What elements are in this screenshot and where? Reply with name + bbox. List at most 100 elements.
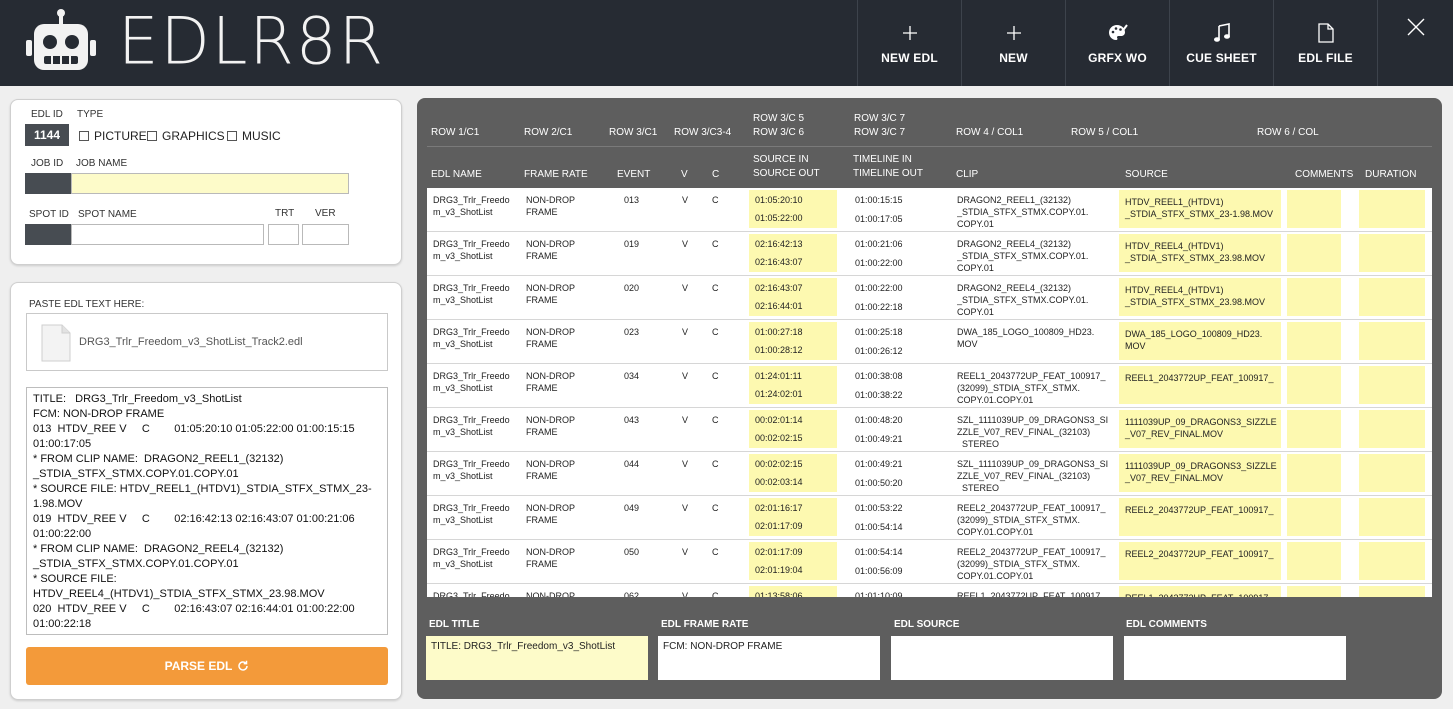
comments-cell[interactable] <box>1287 498 1341 536</box>
music-checkbox[interactable]: MUSIC <box>227 129 281 143</box>
duration-cell[interactable] <box>1359 542 1425 580</box>
source-cell[interactable]: REEL2_2043772UP_FEAT_100917_ <box>1119 542 1281 580</box>
duration-cell[interactable] <box>1359 410 1425 448</box>
cue-sheet-button[interactable]: CUE SHEET <box>1169 0 1273 86</box>
comments-cell[interactable] <box>1287 586 1341 597</box>
source-in-value: 01:05:20:10 <box>755 195 803 205</box>
source-in-out-cell[interactable]: 02:01:17:09 02:01:19:04 <box>749 542 837 580</box>
comments-cell[interactable] <box>1287 410 1341 448</box>
picture-checkbox[interactable]: PICTURE <box>79 129 147 143</box>
document-icon <box>1317 21 1334 45</box>
comments-cell[interactable] <box>1287 542 1341 580</box>
header-row3-c1: ROW 3/C1 <box>609 127 658 138</box>
event-cell: 019 <box>624 239 640 249</box>
clip-cell: DRAGON2_REEL4_(32132) _STDIA_STFX_STMX.C… <box>957 283 1089 316</box>
source-in-out-cell[interactable]: 00:02:01:14 00:02:02:15 <box>749 410 837 448</box>
timeline-in-out-cell: 01:00:25:18 01:00:26:12 <box>855 326 935 357</box>
source-cell[interactable]: 1111039UP_09_DRAGONS3_SIZZLE _V07_REV_FI… <box>1119 410 1281 448</box>
source-out-value: 02:01:19:04 <box>755 565 803 575</box>
event-cell: 062 <box>624 591 640 597</box>
source-in-out-cell[interactable]: 00:02:02:15 00:02:03:14 <box>749 454 837 492</box>
source-cell[interactable]: DWA_185_LOGO_100809_HD23. MOV <box>1119 322 1281 360</box>
edl-id-label: EDL ID <box>31 109 63 120</box>
table-row[interactable]: DRG3_Trlr_Freedo m_v3_ShotList NON-DROP F… <box>427 496 1432 540</box>
duration-cell[interactable] <box>1359 498 1425 536</box>
edl-source-field[interactable] <box>891 636 1113 680</box>
plus-icon <box>1006 21 1022 45</box>
source-in-out-cell[interactable]: 01:13:58:06 <box>749 586 837 597</box>
edl-file-button[interactable]: EDL FILE <box>1273 0 1377 86</box>
source-cell[interactable]: HTDV_REEL4_(HTDV1) _STDIA_STFX_STMX_23.9… <box>1119 234 1281 272</box>
source-cell[interactable]: REEL1_2043772UP_FEAT_100917 <box>1119 586 1281 597</box>
edl-comments-field[interactable] <box>1124 636 1346 680</box>
source-cell[interactable]: 1111039UP_09_DRAGONS3_SIZZLE _V07_REV_FI… <box>1119 454 1281 492</box>
duration-cell[interactable] <box>1359 234 1425 272</box>
close-icon <box>1407 18 1424 36</box>
timeline-in-out-cell: 01:00:21:06 01:00:22:00 <box>855 238 935 269</box>
spot-name-field[interactable] <box>71 224 264 245</box>
duration-cell[interactable] <box>1359 322 1425 360</box>
comments-cell[interactable] <box>1287 278 1341 316</box>
event-cell: 034 <box>624 371 640 381</box>
new-button[interactable]: NEW <box>961 0 1065 86</box>
duration-cell[interactable] <box>1359 454 1425 492</box>
edl-name-cell: DRG3_Trlr_Freedo m_v3_ShotList <box>433 371 510 393</box>
table-row[interactable]: DRG3_Trlr_Freedo m_v3_ShotList NON-DROP F… <box>427 452 1432 496</box>
comments-cell[interactable] <box>1287 322 1341 360</box>
edl-title-field[interactable]: TITLE: DRG3_Trlr_Freedom_v3_ShotList <box>426 636 648 680</box>
edl-frame-rate-field[interactable]: FCM: NON-DROP FRAME <box>658 636 880 680</box>
header-source-out: SOURCE OUT <box>753 168 820 179</box>
table-row[interactable]: DRG3_Trlr_Freedo m_v3_ShotList NON-DROP F… <box>427 276 1432 320</box>
table-row[interactable]: DRG3_Trlr_Freedo m_v3_ShotList NON-DROP F… <box>427 188 1432 232</box>
edl-text-area[interactable]: TITLE: DRG3_Trlr_Freedom_v3_ShotList FCM… <box>26 387 388 635</box>
source-in-out-cell[interactable]: 02:16:42:13 02:16:43:07 <box>749 234 837 272</box>
source-in-value: 01:24:01:11 <box>755 371 802 381</box>
grfx-wo-button[interactable]: GRFX WO <box>1065 0 1169 86</box>
close-button[interactable] <box>1377 0 1453 86</box>
timeline-out-value: 01:00:49:21 <box>855 434 903 444</box>
timeline-in-out-cell: 01:00:53:22 01:00:54:14 <box>855 502 935 533</box>
ver-field[interactable] <box>302 224 349 245</box>
parse-edl-button[interactable]: PARSE EDL <box>26 647 388 685</box>
v-cell: V <box>682 283 689 293</box>
timeline-in-value: 01:00:21:06 <box>855 239 903 249</box>
job-name-field[interactable] <box>71 173 349 194</box>
source-in-value: 00:02:01:14 <box>755 415 803 425</box>
comments-cell[interactable] <box>1287 366 1341 404</box>
duration-cell[interactable] <box>1359 190 1425 228</box>
table-row[interactable]: DRG3_Trlr_Freedo m_v3_ShotList NON-DROP F… <box>427 540 1432 584</box>
table-row[interactable]: DRG3_Trlr_Freedo m_v3_ShotList NON-DROP F… <box>427 320 1432 364</box>
table-row[interactable]: DRG3_Trlr_Freedo m_v3_ShotList NON-DROP F… <box>427 584 1432 597</box>
source-out-value: 02:16:43:07 <box>755 257 803 267</box>
source-in-out-cell[interactable]: 02:16:43:07 02:16:44:01 <box>749 278 837 316</box>
graphics-checkbox[interactable]: GRAPHICS <box>147 129 225 143</box>
source-cell[interactable]: HTDV_REEL1_(HTDV1) _STDIA_STFX_STMX_23-1… <box>1119 190 1281 228</box>
robot-logo-icon <box>26 9 96 70</box>
file-drop-zone[interactable]: DRG3_Trlr_Freedom_v3_ShotList_Track2.edl <box>26 313 388 371</box>
duration-cell[interactable] <box>1359 366 1425 404</box>
source-in-out-cell[interactable]: 02:01:16:17 02:01:17:09 <box>749 498 837 536</box>
source-cell[interactable]: REEL2_2043772UP_FEAT_100917_ <box>1119 498 1281 536</box>
table-header: ROW 1/C1 ROW 2/C1 ROW 3/C1 ROW 3/C3-4 RO… <box>427 106 1432 190</box>
trt-field[interactable] <box>268 224 299 245</box>
comments-cell[interactable] <box>1287 190 1341 228</box>
table-row[interactable]: DRG3_Trlr_Freedo m_v3_ShotList NON-DROP F… <box>427 232 1432 276</box>
comments-cell[interactable] <box>1287 234 1341 272</box>
job-id-field[interactable] <box>25 173 71 194</box>
table-row[interactable]: DRG3_Trlr_Freedo m_v3_ShotList NON-DROP F… <box>427 364 1432 408</box>
source-in-out-cell[interactable]: 01:00:27:18 01:00:28:12 <box>749 322 837 360</box>
source-cell[interactable]: REEL1_2043772UP_FEAT_100917_ <box>1119 366 1281 404</box>
spot-id-field[interactable] <box>25 224 71 245</box>
duration-cell[interactable] <box>1359 278 1425 316</box>
comments-cell[interactable] <box>1287 454 1341 492</box>
event-cell: 020 <box>624 283 640 293</box>
source-cell[interactable]: HTDV_REEL4_(HTDV1) _STDIA_STFX_STMX_23.9… <box>1119 278 1281 316</box>
source-in-out-cell[interactable]: 01:05:20:10 01:05:22:00 <box>749 190 837 228</box>
parse-edl-label: PARSE EDL <box>164 659 233 673</box>
table-row[interactable]: DRG3_Trlr_Freedo m_v3_ShotList NON-DROP F… <box>427 408 1432 452</box>
header-row1-c1: ROW 1/C1 <box>431 127 480 138</box>
c-cell: C <box>712 503 719 513</box>
new-edl-button[interactable]: NEW EDL <box>857 0 961 86</box>
duration-cell[interactable] <box>1359 586 1425 597</box>
source-in-out-cell[interactable]: 01:24:01:11 01:24:02:01 <box>749 366 837 404</box>
